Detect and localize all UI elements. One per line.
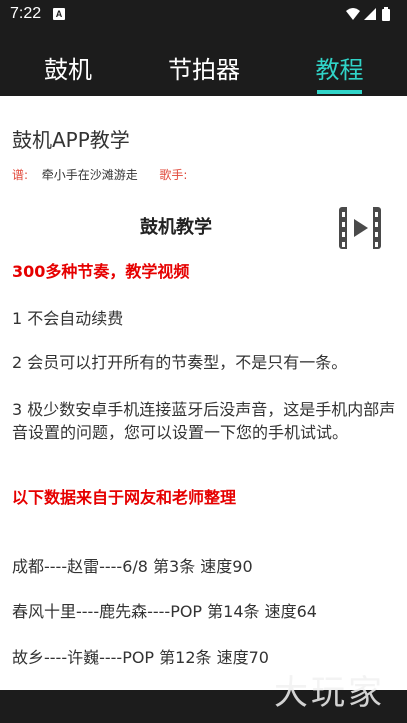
video-play-icon[interactable] [337, 205, 383, 251]
tab-tutorial[interactable]: 教程 [272, 30, 407, 96]
article-title: 鼓机APP教学 [12, 128, 130, 152]
article-meta: 谱: 牵小手在沙滩游走 歌手: [12, 166, 187, 183]
status-icons [346, 7, 390, 21]
tab-metronome[interactable]: 节拍器 [136, 30, 272, 96]
lyricist-label: 谱: [12, 168, 29, 182]
lyricist-value: 牵小手在沙滩游走 [41, 168, 138, 182]
highlight-text: 以下数据来自于网友和老师整理 [12, 488, 237, 507]
signal-icon [364, 8, 376, 20]
status-bar: 7:22 A [0, 0, 407, 30]
singer-label: 歌手: [159, 168, 188, 182]
song-entry: 成都----赵雷----6/8 第3条 速度90 [12, 557, 253, 576]
watermark-logo: 大玩家 [274, 673, 385, 713]
tab-drum-machine[interactable]: 鼓机 [0, 30, 136, 96]
battery-icon [382, 7, 390, 21]
song-entry: 春风十里----鹿先森----POP 第14条 速度64 [12, 602, 317, 621]
wifi-icon [346, 8, 360, 20]
paragraph: 2 会员可以打开所有的节奏型，不是只有一条。 [12, 353, 348, 372]
tab-bar: 鼓机 节拍器 教程 [0, 30, 407, 96]
highlight-text: 300多种节奏，教学视频 [12, 262, 190, 281]
section-heading: 鼓机教学 [140, 217, 212, 238]
paragraph: 1 不会自动续费 [12, 309, 124, 328]
paragraph: 3 极少数安卓手机连接蓝牙后没声音，这是手机内部声音设置的问题，您可以设置一下您… [12, 400, 396, 442]
status-time: 7:22 [10, 5, 42, 22]
tutorial-content[interactable]: 鼓机APP教学 谱: 牵小手在沙滩游走 歌手: 鼓机教学 300多种节奏，教学视… [0, 96, 407, 690]
notification-icon: A [53, 8, 65, 20]
active-tab-indicator [317, 90, 362, 94]
